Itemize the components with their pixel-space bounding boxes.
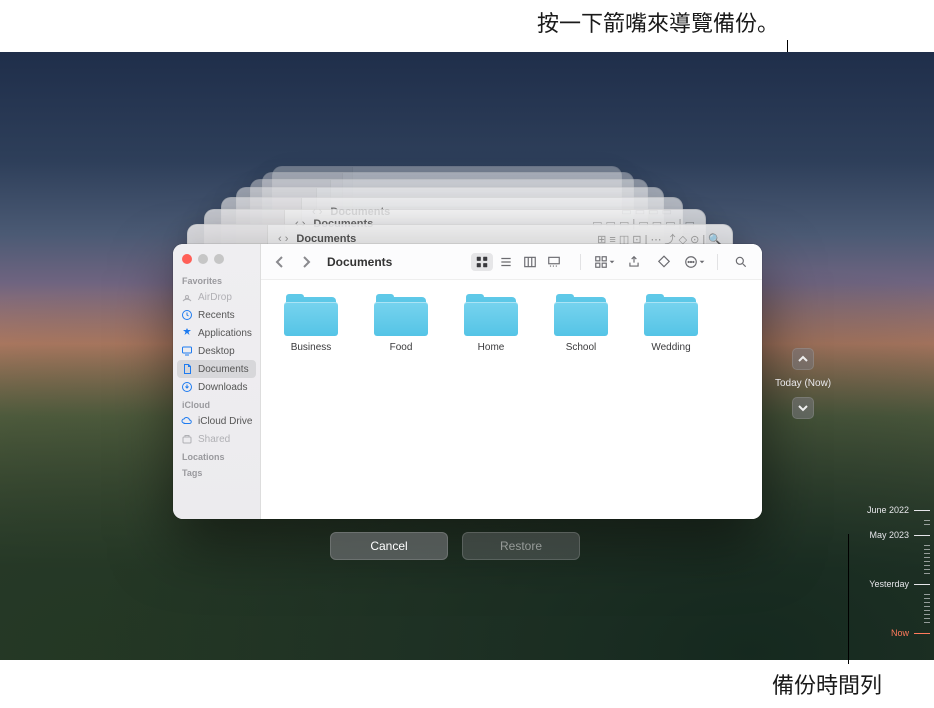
folder-icon bbox=[464, 294, 518, 336]
view-switcher bbox=[468, 250, 568, 274]
tags-button[interactable] bbox=[653, 253, 675, 271]
sidebar-item-shared: Shared bbox=[173, 430, 260, 448]
ghost-title: Documents bbox=[296, 233, 356, 245]
zoom-button bbox=[214, 254, 224, 264]
share-button[interactable] bbox=[623, 253, 645, 271]
documents-icon bbox=[181, 363, 193, 375]
window-controls bbox=[173, 250, 260, 272]
sidebar-header-favorites: Favorites bbox=[173, 272, 260, 288]
backup-nav-up[interactable] bbox=[792, 348, 814, 370]
sidebar-item-documents[interactable]: Documents bbox=[177, 360, 256, 378]
sidebar-item-label: Documents bbox=[198, 364, 249, 375]
sidebar-item-airdrop: AirDrop bbox=[173, 288, 260, 306]
icon-view-button[interactable] bbox=[471, 253, 493, 271]
window-title: Documents bbox=[327, 255, 392, 269]
backup-nav-label: Today (Now) bbox=[775, 378, 831, 389]
timeline-label: May 2023 bbox=[869, 530, 911, 540]
finder-main: Documents Business bbox=[261, 244, 762, 519]
action-button[interactable] bbox=[683, 253, 705, 271]
folder-item[interactable]: School bbox=[547, 294, 615, 353]
sidebar-header-tags: Tags bbox=[173, 464, 260, 480]
annotation-bottom: 備份時間列 bbox=[772, 668, 882, 700]
icloud-icon bbox=[181, 415, 193, 427]
folder-icon bbox=[554, 294, 608, 336]
sidebar-item-label: Downloads bbox=[198, 382, 247, 393]
sidebar-item-icloud-drive[interactable]: iCloud Drive bbox=[173, 412, 260, 430]
timeline-label-now: Now bbox=[891, 628, 911, 638]
folder-item[interactable]: Home bbox=[457, 294, 525, 353]
sidebar-item-label: AirDrop bbox=[198, 292, 232, 303]
time-machine-desktop: ‹ ›Documents▭ ▭ ▭ ▭ ‹ ›Documents▭ ▭ ▭ | … bbox=[0, 52, 934, 660]
sidebar-item-label: Applications bbox=[198, 328, 252, 339]
folder-icon bbox=[644, 294, 698, 336]
desktop-icon bbox=[181, 345, 193, 357]
timeline-label: June 2022 bbox=[867, 505, 911, 515]
folder-label: Food bbox=[367, 342, 435, 353]
cancel-button[interactable]: Cancel bbox=[330, 532, 448, 560]
sidebar-item-recents[interactable]: Recents bbox=[173, 306, 260, 324]
search-button[interactable] bbox=[730, 253, 752, 271]
backup-nav-arrows: Today (Now) bbox=[775, 348, 831, 419]
forward-button[interactable] bbox=[297, 252, 315, 272]
back-button[interactable] bbox=[271, 252, 289, 272]
sidebar-item-downloads[interactable]: Downloads bbox=[173, 378, 260, 396]
folder-icon bbox=[284, 294, 338, 336]
folder-label: Wedding bbox=[637, 342, 705, 353]
timeline-label: Yesterday bbox=[869, 579, 911, 589]
folder-item[interactable]: Food bbox=[367, 294, 435, 353]
minimize-button bbox=[198, 254, 208, 264]
shared-icon bbox=[181, 433, 193, 445]
sidebar-header-locations: Locations bbox=[173, 448, 260, 464]
close-button[interactable] bbox=[182, 254, 192, 264]
backup-timeline[interactable]: June 2022 May 2023 Yesterday Now bbox=[860, 502, 930, 641]
action-buttons: Cancel Restore bbox=[330, 532, 580, 560]
finder-window: Favorites AirDrop Recents Applications D… bbox=[173, 244, 762, 519]
sidebar-item-applications[interactable]: Applications bbox=[173, 324, 260, 342]
column-view-button[interactable] bbox=[519, 253, 541, 271]
folder-icon bbox=[374, 294, 428, 336]
sidebar-item-label: Shared bbox=[198, 434, 230, 445]
backup-nav-down[interactable] bbox=[792, 397, 814, 419]
applications-icon bbox=[181, 327, 193, 339]
sidebar-item-label: Desktop bbox=[198, 346, 235, 357]
restore-button: Restore bbox=[462, 532, 580, 560]
clock-icon bbox=[181, 309, 193, 321]
sidebar-header-icloud: iCloud bbox=[173, 396, 260, 412]
finder-content: Business Food Home School Wedding bbox=[261, 280, 762, 519]
gallery-view-button[interactable] bbox=[543, 253, 565, 271]
airdrop-icon bbox=[181, 291, 193, 303]
folder-label: Home bbox=[457, 342, 525, 353]
list-view-button[interactable] bbox=[495, 253, 517, 271]
folder-item[interactable]: Business bbox=[277, 294, 345, 353]
annotation-top: 按一下箭嘴來導覽備份。 bbox=[0, 6, 934, 38]
group-button[interactable] bbox=[593, 253, 615, 271]
downloads-icon bbox=[181, 381, 193, 393]
finder-toolbar: Documents bbox=[261, 244, 762, 280]
finder-sidebar: Favorites AirDrop Recents Applications D… bbox=[173, 244, 261, 519]
folder-item[interactable]: Wedding bbox=[637, 294, 705, 353]
folder-label: Business bbox=[277, 342, 345, 353]
sidebar-item-label: iCloud Drive bbox=[198, 416, 252, 427]
sidebar-item-desktop[interactable]: Desktop bbox=[173, 342, 260, 360]
sidebar-item-label: Recents bbox=[198, 310, 235, 321]
annotation-leader-bottom bbox=[848, 534, 849, 664]
folder-label: School bbox=[547, 342, 615, 353]
